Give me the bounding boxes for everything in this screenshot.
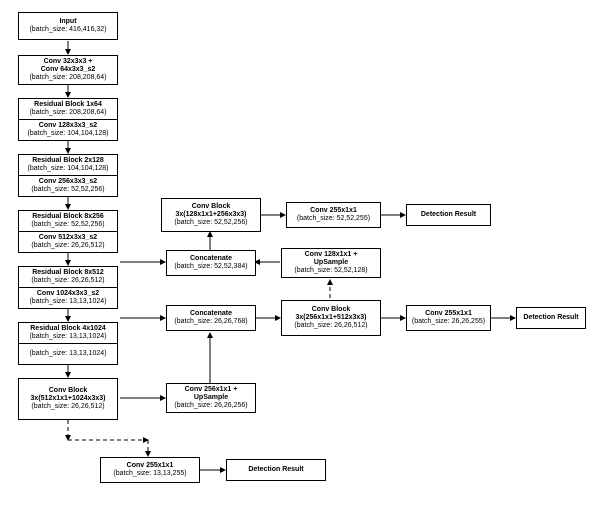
node-title: Residual Block 1x64 bbox=[34, 101, 102, 109]
node-conv128: Conv 128x3x3_s2 (batch_size: 104,104,128… bbox=[18, 119, 118, 141]
node-title: Conv 128x3x3_s2 bbox=[39, 122, 97, 130]
node-title: Conv 255x1x1 bbox=[425, 310, 472, 318]
node-shape: (batch_size: 52,52,256) bbox=[174, 219, 247, 227]
node-res1x64-group: Residual Block 1x64 (batch_size: 208,208… bbox=[18, 98, 118, 142]
node-shape: (batch_size: 26,26,255) bbox=[412, 318, 485, 326]
node-conv256: Conv 256x3x3_s2 (batch_size: 52,52,256) bbox=[18, 175, 118, 197]
node-ups256: Conv 256x1x1 + UpSample (batch_size: 26,… bbox=[166, 383, 256, 413]
node-shape: (batch_size: 208,208,64) bbox=[29, 109, 106, 117]
node-conv512: Conv 512x3x3_s2 (batch_size: 26,26,512) bbox=[18, 231, 118, 253]
node-res4x1024-group: Residual Block 4x1024 (batch_size: 13,13… bbox=[18, 322, 118, 366]
node-title: Conv 32x3x3 + Conv 64x3x3_s2 bbox=[41, 58, 95, 74]
node-res4x1024: Residual Block 4x1024 (batch_size: 13,13… bbox=[18, 322, 118, 344]
node-res8x256-group: Residual Block 8x256 (batch_size: 52,52,… bbox=[18, 210, 118, 254]
node-title: Conv 255x1x1 bbox=[127, 462, 174, 470]
node-shape: (batch_size: 26,26,512) bbox=[31, 277, 104, 285]
node-input: Input (batch_size: 416,416,32) bbox=[18, 12, 118, 40]
node-title: Detection Result bbox=[421, 211, 476, 219]
node-det52: Detection Result bbox=[406, 204, 491, 226]
node-title: Conv 256x3x3_s2 bbox=[39, 178, 97, 186]
node-shape: (batch_size: 52,52,256) bbox=[31, 186, 104, 194]
node-res4x1024-shape: (batch_size: 13,13,1024) bbox=[18, 343, 118, 365]
node-concat52: Concatenate (batch_size: 52,52,384) bbox=[166, 250, 256, 276]
node-title: Detection Result bbox=[523, 314, 578, 322]
node-convblock13: Conv Block 3x(512x1x1+1024x3x3) (batch_s… bbox=[18, 378, 118, 420]
node-shape: (batch_size: 52,52,128) bbox=[294, 267, 367, 275]
node-shape: (batch_size: 104,104,128) bbox=[28, 165, 109, 173]
node-shape: (batch_size: 52,52,384) bbox=[174, 263, 247, 271]
node-shape: (batch_size: 26,26,512) bbox=[294, 322, 367, 330]
node-concat26: Concatenate (batch_size: 26,26,768) bbox=[166, 305, 256, 331]
node-title: Conv 128x1x1 + UpSample bbox=[305, 251, 358, 267]
node-det26: Detection Result bbox=[516, 307, 586, 329]
node-res8x256: Residual Block 8x256 (batch_size: 52,52,… bbox=[18, 210, 118, 232]
node-conv255-26: Conv 255x1x1 (batch_size: 26,26,255) bbox=[406, 305, 491, 331]
node-res8x512: Residual Block 8x512 (batch_size: 26,26,… bbox=[18, 266, 118, 288]
node-shape: (batch_size: 208,208,64) bbox=[29, 74, 106, 82]
node-title: Conv Block 3x(256x1x1+512x3x3) bbox=[295, 306, 366, 322]
node-shape: (batch_size: 52,52,256) bbox=[31, 221, 104, 229]
architecture-diagram: Input (batch_size: 416,416,32) Conv 32x3… bbox=[0, 0, 590, 506]
node-shape: (batch_size: 26,26,768) bbox=[174, 318, 247, 326]
node-res2x128-group: Residual Block 2x128 (batch_size: 104,10… bbox=[18, 154, 118, 198]
node-shape: (batch_size: 13,13,1024) bbox=[29, 298, 106, 306]
node-ups128: Conv 128x1x1 + UpSample (batch_size: 52,… bbox=[281, 248, 381, 278]
node-shape: (batch_size: 26,26,512) bbox=[31, 242, 104, 250]
node-title: Conv 255x1x1 bbox=[310, 207, 357, 215]
node-shape: (batch_size: 416,416,32) bbox=[29, 26, 106, 34]
node-convblock52: Conv Block 3x(128x1x1+256x3x3) (batch_si… bbox=[161, 198, 261, 232]
node-shape: (batch_size: 13,13,1024) bbox=[29, 333, 106, 341]
node-title: Conv 256x1x1 + UpSample bbox=[185, 386, 238, 402]
node-shape: (batch_size: 13,13,255) bbox=[113, 470, 186, 478]
node-title: Concatenate bbox=[190, 310, 232, 318]
node-conv1024: Conv 1024x3x3_s2 (batch_size: 13,13,1024… bbox=[18, 287, 118, 309]
node-title: Detection Result bbox=[248, 466, 303, 474]
node-conv255-13: Conv 255x1x1 (batch_size: 13,13,255) bbox=[100, 457, 200, 483]
node-res8x512-group: Residual Block 8x512 (batch_size: 26,26,… bbox=[18, 266, 118, 310]
node-det13: Detection Result bbox=[226, 459, 326, 481]
node-res1x64: Residual Block 1x64 (batch_size: 208,208… bbox=[18, 98, 118, 120]
node-shape: (batch_size: 13,13,1024) bbox=[29, 350, 106, 358]
node-title: Residual Block 8x512 bbox=[32, 269, 104, 277]
node-title: Conv 1024x3x3_s2 bbox=[37, 290, 99, 298]
node-shape: (batch_size: 26,26,512) bbox=[31, 403, 104, 411]
node-title: Conv Block 3x(128x1x1+256x3x3) bbox=[175, 203, 246, 219]
node-convblock26: Conv Block 3x(256x1x1+512x3x3) (batch_si… bbox=[281, 300, 381, 336]
node-shape: (batch_size: 26,26,256) bbox=[174, 402, 247, 410]
node-title: Residual Block 4x1024 bbox=[30, 325, 106, 333]
node-shape: (batch_size: 104,104,128) bbox=[28, 130, 109, 138]
node-title: Input bbox=[59, 18, 76, 26]
node-shape: (batch_size: 52,52,255) bbox=[297, 215, 370, 223]
node-title: Conv Block 3x(512x1x1+1024x3x3) bbox=[31, 387, 106, 403]
node-title: Concatenate bbox=[190, 255, 232, 263]
node-conv32-64: Conv 32x3x3 + Conv 64x3x3_s2 (batch_size… bbox=[18, 55, 118, 85]
node-title: Conv 512x3x3_s2 bbox=[39, 234, 97, 242]
node-conv255-52: Conv 255x1x1 (batch_size: 52,52,255) bbox=[286, 202, 381, 228]
node-title: Residual Block 2x128 bbox=[32, 157, 104, 165]
node-title: Residual Block 8x256 bbox=[32, 213, 104, 221]
node-res2x128: Residual Block 2x128 (batch_size: 104,10… bbox=[18, 154, 118, 176]
